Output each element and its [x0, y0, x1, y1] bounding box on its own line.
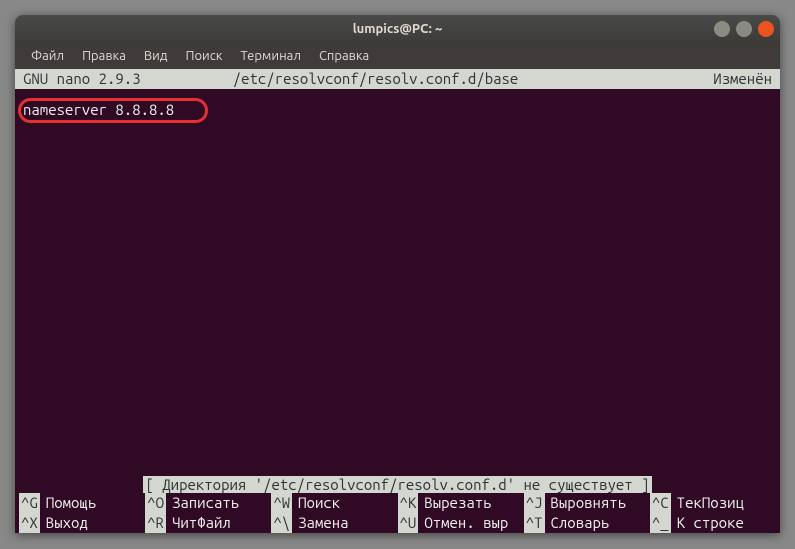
- nano-filepath: /etc/resolvconf/resolv.conf.d/base: [233, 69, 713, 89]
- nano-message-text: [ Директория '/etc/resolvconf/resolv.con…: [143, 476, 651, 493]
- nano-version: GNU nano 2.9.3: [23, 69, 233, 89]
- nano-status: Изменён: [713, 69, 772, 89]
- titlebar[interactable]: lumpics@PC: ~: [15, 15, 780, 43]
- nano-header: GNU nano 2.9.3 /etc/resolvconf/resolv.co…: [15, 69, 780, 89]
- menu-terminal[interactable]: Терминал: [232, 46, 308, 66]
- window-title: lumpics@PC: ~: [353, 22, 443, 36]
- minimize-button[interactable]: [714, 21, 730, 37]
- shortcut-cut: ^KВырезать: [398, 493, 524, 513]
- terminal-area[interactable]: GNU nano 2.9.3 /etc/resolvconf/resolv.co…: [15, 69, 780, 533]
- menubar: Файл Правка Вид Поиск Терминал Справка: [15, 43, 780, 69]
- menu-file[interactable]: Файл: [23, 46, 72, 66]
- file-content[interactable]: nameserver 8.8.8.8: [23, 101, 772, 118]
- shortcut-search: ^WПоиск: [271, 493, 397, 513]
- editor-body[interactable]: nameserver 8.8.8.8: [15, 89, 780, 118]
- shortcut-uncut: ^UОтмен. выр: [398, 513, 524, 533]
- window-controls: [714, 21, 774, 37]
- shortcut-replace: ^\Замена: [271, 513, 397, 533]
- shortcut-gotoline: ^_К строке: [650, 513, 776, 533]
- shortcut-readfile: ^RЧитФайл: [145, 513, 271, 533]
- nano-message: [ Директория '/etc/resolvconf/resolv.con…: [15, 476, 780, 493]
- shortcut-curpos: ^CТекПозиц: [650, 493, 776, 513]
- menu-view[interactable]: Вид: [136, 46, 176, 66]
- shortcut-exit: ^XВыход: [19, 513, 145, 533]
- maximize-button[interactable]: [736, 21, 752, 37]
- menu-search[interactable]: Поиск: [177, 46, 230, 66]
- shortcut-justify: ^JВыровнять: [524, 493, 650, 513]
- menu-help[interactable]: Справка: [311, 46, 377, 66]
- shortcut-row-2: ^XВыход ^RЧитФайл ^\Замена ^UОтмен. выр …: [15, 513, 780, 533]
- shortcut-row-1: ^GПомощь ^OЗаписать ^WПоиск ^KВырезать ^…: [15, 493, 780, 513]
- shortcut-help: ^GПомощь: [19, 493, 145, 513]
- nano-shortcuts: ^GПомощь ^OЗаписать ^WПоиск ^KВырезать ^…: [15, 493, 780, 533]
- menu-edit[interactable]: Правка: [74, 46, 134, 66]
- terminal-window: lumpics@PC: ~ Файл Правка Вид Поиск Терм…: [15, 15, 780, 533]
- close-button[interactable]: [758, 21, 774, 37]
- shortcut-write: ^OЗаписать: [145, 493, 271, 513]
- shortcut-spell: ^TСловарь: [524, 513, 650, 533]
